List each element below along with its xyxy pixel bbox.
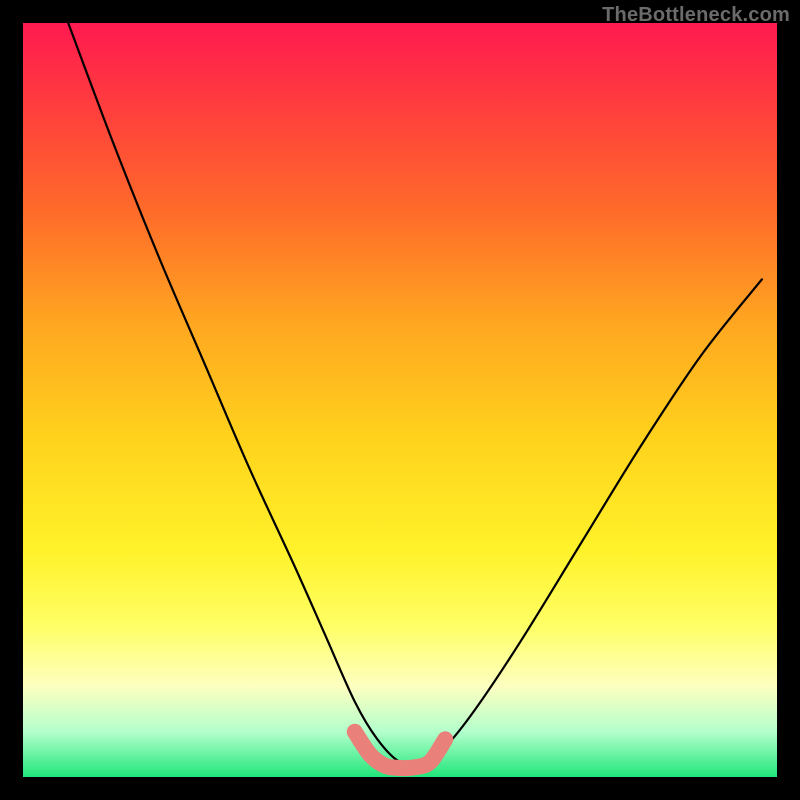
chart-frame: TheBottleneck.com	[0, 0, 800, 800]
plot-area	[23, 23, 777, 777]
chart-svg	[23, 23, 777, 777]
optimal-zone	[355, 732, 445, 768]
watermark-text: TheBottleneck.com	[602, 4, 790, 27]
bottleneck-curve	[68, 23, 762, 764]
